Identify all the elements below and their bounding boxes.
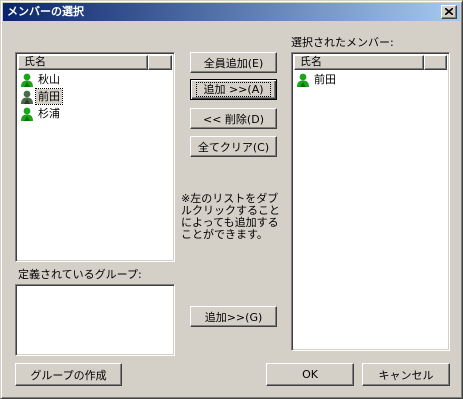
column-header-name[interactable]: 氏名 xyxy=(18,55,148,70)
add-all-button[interactable]: 全員追加(E) xyxy=(190,52,277,73)
person-green-icon xyxy=(297,73,309,87)
add-button-label: 追加 >>(A) xyxy=(196,82,271,97)
column-header-empty xyxy=(148,55,172,70)
member-select-dialog: メンバーの選択 氏名 秋山 前田 杉浦 定義されているグループ: 全員追加(E)… xyxy=(0,0,463,399)
person-green-icon xyxy=(21,73,33,87)
list-item[interactable]: 前田 xyxy=(19,88,171,105)
selected-member-list[interactable]: 氏名 前田 xyxy=(291,52,450,351)
selected-list-header: 氏名 xyxy=(294,55,447,70)
member-list-rows: 秋山 前田 杉浦 xyxy=(19,71,171,122)
add-button[interactable]: 追加 >>(A) xyxy=(190,79,277,100)
cancel-button[interactable]: キャンセル xyxy=(362,363,450,386)
remove-button[interactable]: << 削除(D) xyxy=(190,108,277,129)
selected-list-rows: 前田 xyxy=(295,71,446,88)
column-header-empty xyxy=(424,55,447,70)
person-green-icon xyxy=(21,107,33,121)
member-list-header: 氏名 xyxy=(18,55,172,70)
list-item-label: 前田 xyxy=(35,88,63,105)
list-item-label: 秋山 xyxy=(38,73,60,86)
add-group-button[interactable]: 追加>>(G) xyxy=(190,306,277,327)
list-item[interactable]: 前田 xyxy=(295,71,446,88)
create-group-button[interactable]: グループの作成 xyxy=(15,363,122,386)
group-list[interactable] xyxy=(15,284,175,356)
list-item[interactable]: 杉浦 xyxy=(19,105,171,122)
list-item[interactable]: 秋山 xyxy=(19,71,171,88)
clear-all-button[interactable]: 全てクリア(C) xyxy=(190,136,277,157)
close-icon xyxy=(445,8,453,15)
close-button[interactable] xyxy=(441,5,457,19)
person-gray-icon xyxy=(21,90,33,104)
list-item-label: 杉浦 xyxy=(38,107,60,120)
list-item-label: 前田 xyxy=(314,73,336,86)
member-list[interactable]: 氏名 秋山 前田 杉浦 xyxy=(15,52,175,262)
double-click-note: ※左のリストをダブルクリックすることによっても追加することができます。 xyxy=(181,192,280,241)
column-header-name[interactable]: 氏名 xyxy=(294,55,424,70)
groups-label: 定義されているグループ: xyxy=(18,268,142,281)
selected-members-label: 選択されたメンバー: xyxy=(291,36,394,49)
title-bar[interactable]: メンバーの選択 xyxy=(3,3,460,21)
ok-button[interactable]: OK xyxy=(266,363,354,386)
dialog-title: メンバーの選択 xyxy=(7,5,84,18)
